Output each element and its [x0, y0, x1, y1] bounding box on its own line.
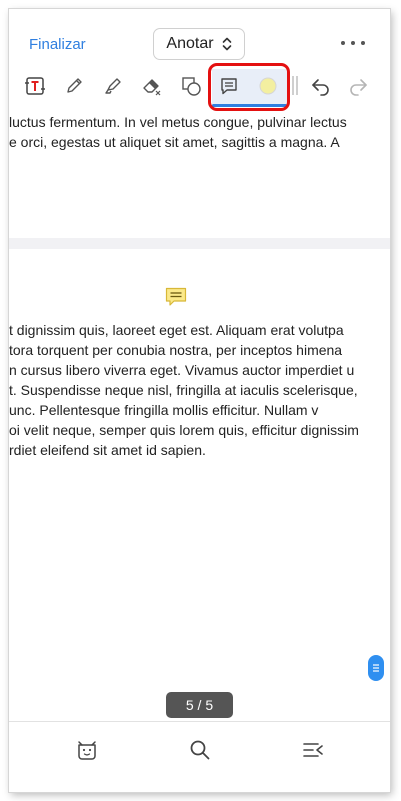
- more-icon-dot: [361, 41, 365, 45]
- finish-button[interactable]: Finalizar: [29, 36, 86, 53]
- scroll-grip-icon: [373, 664, 379, 672]
- text-line: tora torquent per conubia nostra, per in…: [9, 342, 343, 358]
- outline-button[interactable]: [301, 738, 325, 762]
- highlighter-tool[interactable]: [94, 67, 132, 105]
- bottom-bar: [9, 721, 390, 792]
- search-icon: [190, 740, 210, 760]
- bookmark-face-icon: [78, 741, 96, 760]
- document-page-text: t dignissim quis, laoreet eget est. Aliq…: [9, 320, 390, 460]
- text-line: e orci, egestas ut aliquet sit amet, sag…: [9, 134, 340, 150]
- highlighter-icon: [105, 78, 121, 94]
- highlight-annotation-box: [208, 63, 290, 111]
- page-indicator: 5 / 5: [166, 692, 233, 718]
- app-window: Finalizar Anotar luctus fermentum. In ve…: [9, 9, 390, 792]
- text-line: t. Suspendisse neque nisl, fringilla at …: [9, 382, 358, 398]
- outline-menu-icon: [303, 743, 323, 757]
- text-box-tool[interactable]: [16, 67, 54, 105]
- redo-button[interactable]: [339, 67, 377, 105]
- more-options-button[interactable]: [341, 35, 365, 51]
- note-annotation-icon[interactable]: [165, 287, 187, 307]
- pencil-icon: [67, 78, 82, 93]
- text-line: n cursus libero viverra eget. Vivamus au…: [9, 362, 355, 378]
- text-box-icon: [25, 77, 45, 95]
- redo-icon: [350, 79, 367, 96]
- text-line: luctus fermentum. In vel metus congue, p…: [9, 114, 347, 130]
- pencil-tool[interactable]: [55, 67, 93, 105]
- undo-button[interactable]: [302, 67, 340, 105]
- page-separator: [9, 238, 390, 249]
- chevron-updown-icon: [222, 37, 231, 51]
- search-button[interactable]: [188, 738, 212, 762]
- scroll-handle[interactable]: [368, 655, 384, 681]
- toolbar-divider: [292, 76, 298, 95]
- shapes-tool[interactable]: [172, 67, 210, 105]
- eraser-icon: [143, 79, 161, 96]
- text-line: unc. Pellentesque fringilla mollis effic…: [9, 402, 319, 418]
- eraser-tool[interactable]: [133, 67, 171, 105]
- more-icon-dot: [351, 41, 355, 45]
- bookmark-button[interactable]: [75, 738, 99, 762]
- undo-icon: [312, 79, 329, 96]
- document-page-text: luctus fermentum. In vel metus congue, p…: [9, 112, 390, 152]
- shapes-icon: [182, 77, 201, 96]
- text-line: oi velit neque, semper quis lorem quis, …: [9, 422, 359, 438]
- more-icon-dot: [341, 41, 345, 45]
- mode-selector[interactable]: Anotar: [153, 28, 245, 60]
- text-line: t dignissim quis, laoreet eget est. Aliq…: [9, 322, 344, 338]
- text-line: rdiet eleifend sit amet id sapien.: [9, 442, 206, 458]
- mode-label: Anotar: [166, 35, 214, 52]
